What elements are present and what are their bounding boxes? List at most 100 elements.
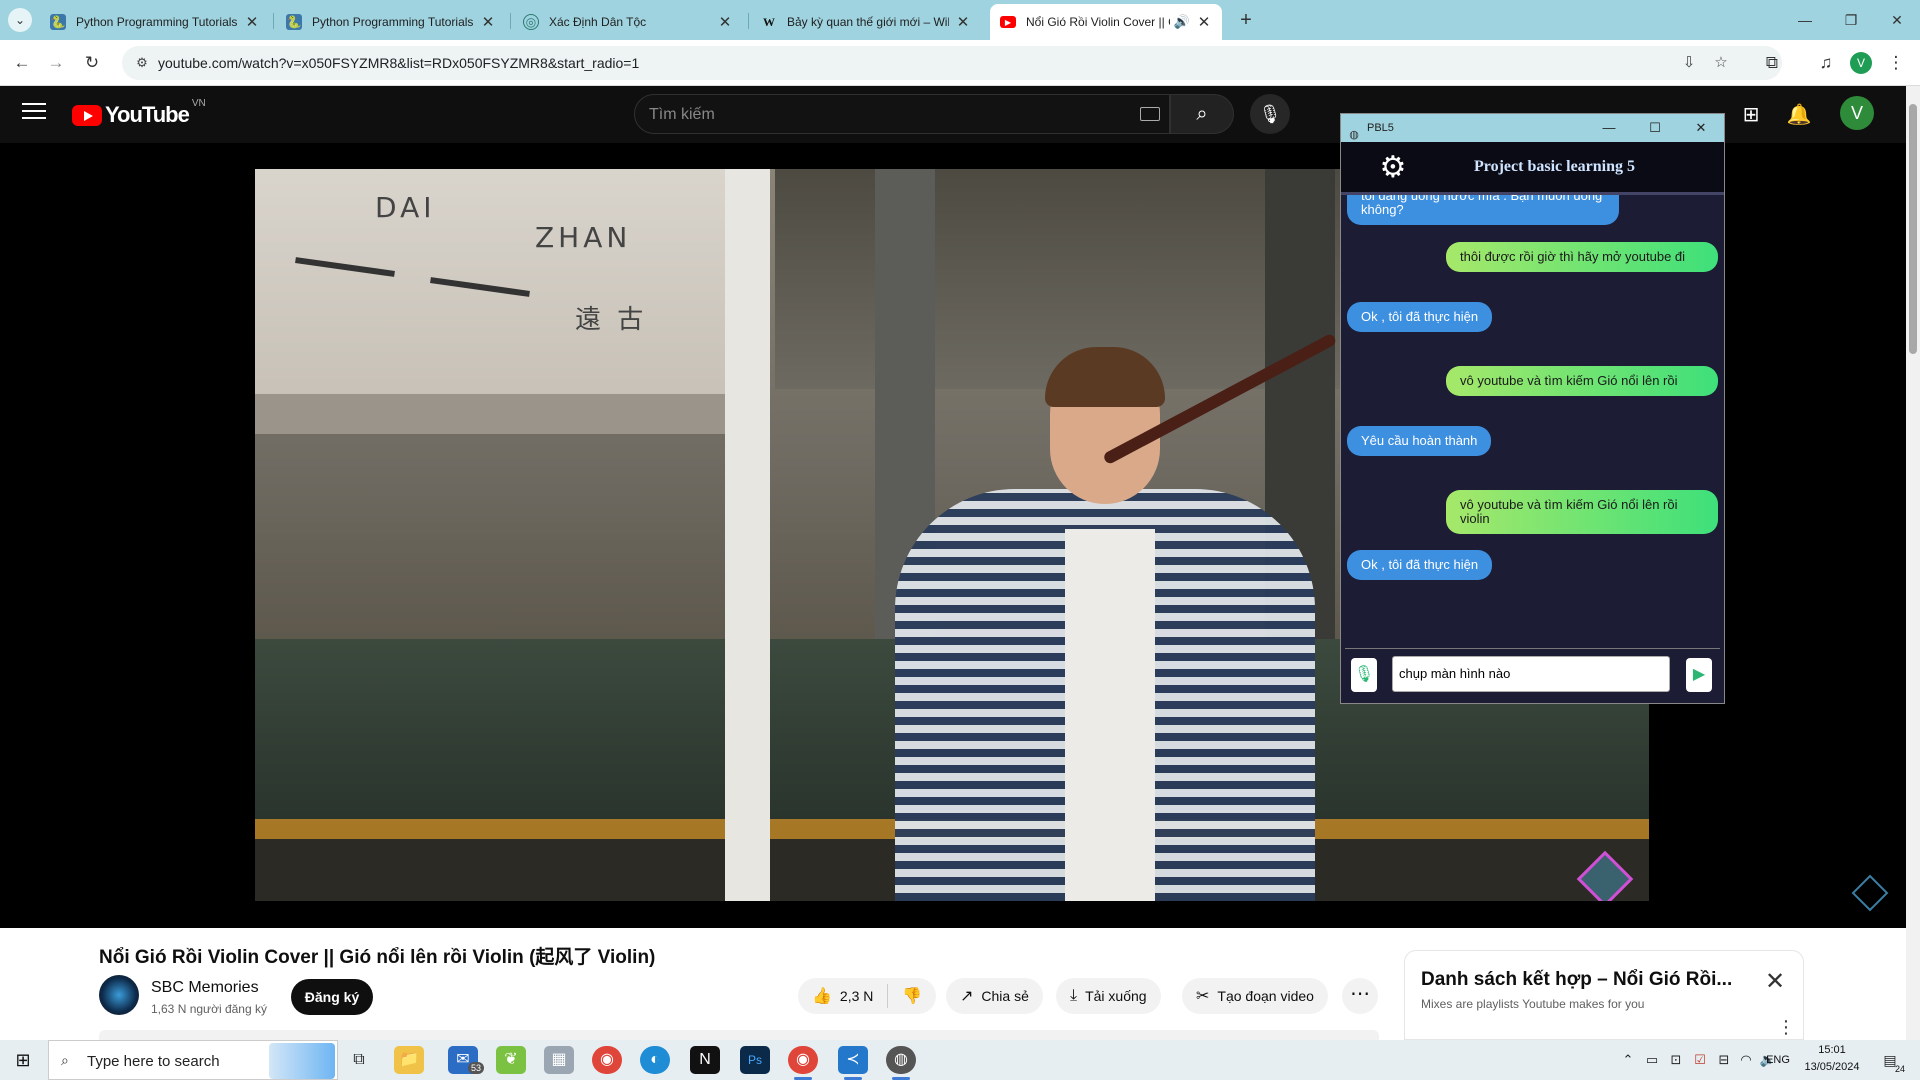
vscode-icon[interactable]: ≺ bbox=[838, 1046, 868, 1080]
clock-date[interactable]: 13/05/2024 bbox=[1800, 1061, 1864, 1073]
audio-playing-icon[interactable]: 🔊 bbox=[1174, 14, 1190, 30]
url-text[interactable]: youtube.com/watch?v=x050FSYZMR8&list=RDx… bbox=[158, 55, 639, 71]
photos-app-icon[interactable]: ▦ bbox=[544, 1046, 574, 1074]
tab-title: Python Programming Tutorials bbox=[312, 15, 474, 29]
keyboard-icon[interactable] bbox=[1140, 107, 1160, 121]
thumbs-down-icon[interactable]: 👎 bbox=[902, 986, 922, 1006]
chrome-profile-avatar[interactable]: V bbox=[1850, 52, 1872, 74]
sign-arrow-right bbox=[430, 277, 530, 297]
channel-name[interactable]: SBC Memories bbox=[151, 979, 259, 997]
chrome-menu-icon[interactable]: ⋮ bbox=[1882, 49, 1910, 77]
battery-icon[interactable]: ▭ bbox=[1642, 1050, 1662, 1070]
minimize-icon[interactable]: — bbox=[1782, 0, 1828, 40]
page-scrollbar[interactable] bbox=[1906, 86, 1920, 1040]
tab-title: Xác Định Dân Tộc bbox=[549, 15, 647, 29]
user-message: vô youtube và tìm kiếm Gió nổi lên rồi bbox=[1446, 366, 1718, 396]
mix-title[interactable]: Danh sách kết hợp – Nổi Gió Rồi... bbox=[1421, 969, 1732, 991]
chrome-icon[interactable]: ◉ bbox=[592, 1046, 622, 1074]
playlist-menu-icon[interactable]: ⋮ bbox=[1777, 1017, 1795, 1038]
country-code: VN bbox=[191, 98, 206, 109]
clip-button[interactable]: ✂ Tạo đoạn video bbox=[1182, 978, 1328, 1014]
mail-icon[interactable]: ✉ 53 bbox=[448, 1046, 485, 1074]
pbl5-close-icon[interactable]: ✕ bbox=[1678, 114, 1724, 142]
user-message: vô youtube và tìm kiếm Gió nổi lên rồi v… bbox=[1446, 490, 1718, 534]
like-count[interactable]: 2,3 N bbox=[840, 988, 873, 1004]
site-info-icon[interactable]: ⚙ bbox=[132, 53, 152, 73]
youtube-search-input[interactable] bbox=[649, 104, 1109, 126]
wifi-icon[interactable]: ◠ bbox=[1736, 1050, 1756, 1070]
file-explorer-icon[interactable]: 📁 bbox=[394, 1046, 424, 1074]
tab-search-button[interactable]: ⌄ bbox=[8, 8, 32, 32]
clock-time[interactable]: 15:01 bbox=[1800, 1044, 1864, 1056]
bot-message: Ok , tôi đã thực hiện bbox=[1347, 302, 1493, 332]
antivirus-tray-icon[interactable]: ☑ bbox=[1690, 1050, 1710, 1070]
language-indicator[interactable]: ENG bbox=[1766, 1054, 1790, 1066]
pbl5-minimize-icon[interactable]: — bbox=[1586, 114, 1632, 142]
voice-search-mic-icon[interactable]: 🎙 bbox=[1250, 94, 1290, 134]
extensions-icon[interactable]: ⧉ bbox=[1758, 49, 1786, 77]
pbl5-app-icon: ◍ bbox=[1349, 129, 1359, 141]
tab-separator bbox=[510, 13, 511, 29]
chat-history[interactable]: tôi đang uống nước mía . Bạn muốn uống k… bbox=[1341, 195, 1724, 655]
more-actions-button[interactable]: ⋯ bbox=[1342, 978, 1378, 1014]
settings-gear-icon[interactable]: ⚙ bbox=[1377, 153, 1409, 185]
tab-wikipedia[interactable]: W Bảy kỳ quan thế giới mới – Wiki ✕ bbox=[751, 4, 981, 40]
network-icon[interactable]: ⊟ bbox=[1714, 1050, 1734, 1070]
youtube-search-button[interactable]: ⌕ bbox=[1170, 94, 1234, 134]
task-view-icon[interactable]: ⧉ bbox=[344, 1046, 374, 1074]
taskbar-search-placeholder: Type here to search bbox=[87, 1053, 220, 1070]
notion-icon[interactable]: N bbox=[690, 1046, 720, 1074]
download-label: Tải xuống bbox=[1085, 988, 1147, 1004]
new-tab-button[interactable]: + bbox=[1234, 8, 1258, 32]
share-button[interactable]: ↗ Chia sẻ bbox=[946, 978, 1043, 1014]
close-window-icon[interactable]: ✕ bbox=[1874, 0, 1920, 40]
close-tab-icon[interactable]: ✕ bbox=[955, 13, 971, 31]
channel-avatar[interactable] bbox=[99, 975, 139, 1015]
install-app-icon[interactable]: ⇩ bbox=[1678, 52, 1700, 74]
restore-icon[interactable]: ❐ bbox=[1828, 0, 1874, 40]
python-icon: 🐍 bbox=[286, 14, 302, 30]
tab-python-tutorials-2[interactable]: 🐍 Python Programming Tutorials ✕ bbox=[276, 4, 506, 40]
tab-youtube-active[interactable]: ▶ Nổi Gió Rồi Violin Cover || G 🔊 ✕ bbox=[990, 4, 1222, 40]
youtube-account-avatar[interactable]: V bbox=[1840, 96, 1874, 130]
reload-icon[interactable]: ↻ bbox=[78, 49, 106, 77]
pbl5-titlebar[interactable]: ◍ PBL5 — ☐ ✕ bbox=[1341, 114, 1724, 142]
tab-python-tutorials-1[interactable]: 🐍 Python Programming Tutorials ✕ bbox=[40, 4, 270, 40]
youtube-logo[interactable]: YouTube VN bbox=[72, 98, 206, 128]
description-box[interactable] bbox=[99, 1030, 1379, 1040]
app-green-icon[interactable]: ❦ bbox=[496, 1046, 526, 1074]
subscribe-button[interactable]: Đăng ký bbox=[291, 979, 373, 1015]
browser-toolbar: ← → ↻ ⚙ youtube.com/watch?v=x050FSYZMR8&… bbox=[0, 40, 1920, 86]
edge-icon[interactable]: ◐ bbox=[640, 1046, 670, 1074]
address-bar[interactable]: ⚙ youtube.com/watch?v=x050FSYZMR8&list=R… bbox=[122, 46, 1782, 80]
chrome-active-icon[interactable]: ◉ bbox=[788, 1046, 818, 1080]
download-button[interactable]: ⤓ Tải xuống bbox=[1056, 978, 1161, 1014]
hamburger-menu-icon[interactable] bbox=[22, 103, 46, 123]
close-icon[interactable]: ✕ bbox=[1765, 967, 1785, 996]
close-tab-icon[interactable]: ✕ bbox=[1196, 13, 1212, 31]
send-message-icon[interactable]: ▶ bbox=[1686, 658, 1712, 692]
pbl5-taskbar-icon[interactable]: ◍ bbox=[886, 1046, 916, 1080]
windows-start-icon[interactable]: ⊞ bbox=[0, 1040, 46, 1080]
thumbs-up-icon[interactable]: 👍 bbox=[812, 986, 832, 1006]
tab-xac-dinh-dan-toc[interactable]: ◎ Xác Định Dân Tộc ✕ bbox=[513, 4, 743, 40]
scrollbar-thumb[interactable] bbox=[1909, 104, 1917, 354]
pbl5-maximize-icon[interactable]: ☐ bbox=[1632, 114, 1678, 142]
close-tab-icon[interactable]: ✕ bbox=[244, 13, 260, 31]
download-icon: ⤓ bbox=[1070, 987, 1078, 1004]
media-control-icon[interactable]: ♫ bbox=[1812, 49, 1840, 77]
back-arrow-icon[interactable]: ← bbox=[8, 49, 36, 77]
forward-arrow-icon[interactable]: → bbox=[42, 49, 70, 77]
close-tab-icon[interactable]: ✕ bbox=[480, 13, 496, 31]
voice-input-mic-icon[interactable]: 🎙 bbox=[1351, 658, 1377, 692]
notifications-bell-icon[interactable]: 🔔 bbox=[1784, 100, 1814, 130]
like-dislike-group: 👍 2,3 N 👎 bbox=[798, 978, 937, 1014]
bookmark-star-icon[interactable]: ☆ bbox=[1710, 52, 1732, 74]
chat-message-input[interactable]: chụp màn hình nào bbox=[1392, 656, 1670, 692]
close-tab-icon[interactable]: ✕ bbox=[717, 13, 733, 31]
create-video-icon[interactable]: ⊞ bbox=[1736, 100, 1766, 130]
photoshop-icon[interactable]: Ps bbox=[740, 1046, 770, 1074]
taskbar-search-box[interactable]: ⌕ Type here to search bbox=[48, 1040, 338, 1080]
show-hidden-icons-chevron-icon[interactable]: ⌃ bbox=[1618, 1050, 1638, 1070]
tray-app-icon[interactable]: ⊡ bbox=[1666, 1050, 1686, 1070]
